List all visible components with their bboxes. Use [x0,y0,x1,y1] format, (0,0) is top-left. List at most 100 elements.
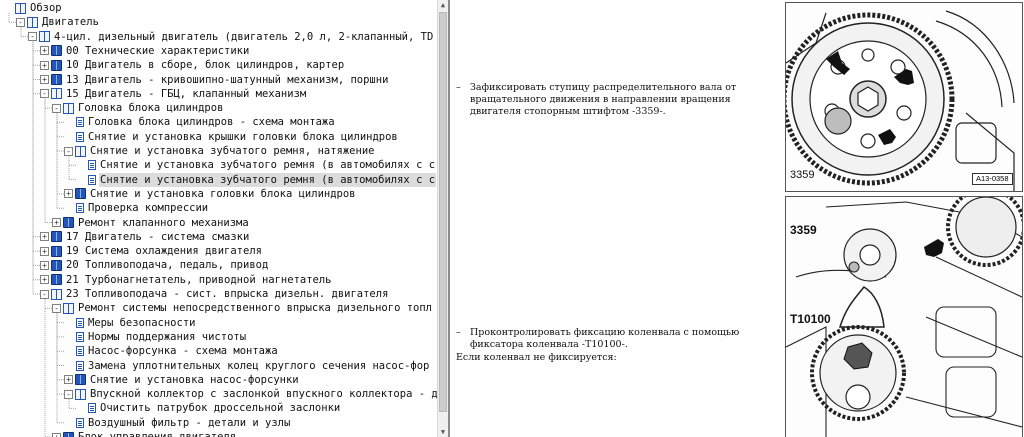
expand-icon[interactable]: + [40,75,49,84]
document-content: – Зафиксировать ступицу распределительно… [450,0,1024,437]
open-book-icon [63,102,74,114]
tree-item-label: Воздушный фильтр - детали и узлы [88,416,291,429]
tree-item[interactable]: - Двигатель [16,15,100,29]
document-page-icon [76,331,84,342]
tree-item[interactable]: + Ремонт клапанного механизма [52,216,250,230]
closed-book-icon [51,45,62,57]
callout-t10100: T10100 [790,312,831,326]
scrollbar-thumb[interactable] [439,12,447,412]
tree-item-label: Двигатель [42,16,99,29]
expand-icon[interactable]: + [64,189,73,199]
tree-item-label: 4-цил. дизельный двигатель (двигатель 2,… [54,30,434,43]
tree-item-label: Ремонт системы непосредственного впрыска… [78,302,433,315]
tree-item-label: Снятие и установка зубчатого ремня (в ав… [99,172,437,187]
collapse-icon[interactable]: - [16,17,25,27]
tree-item[interactable]: + Снятие и установка головки блока цилинд… [64,187,357,201]
instruction-step-check-crankshaft: – Проконтролировать фиксацию коленвала с… [456,327,776,351]
tree-item[interactable]: +19 Система охлаждения двигателя [40,244,263,258]
tree-item[interactable]: Меры безопасности [64,316,196,330]
tree-vertical-scrollbar[interactable]: ▲ ▼ [437,0,448,437]
tree-item[interactable]: - 23 Топливоподача - сист. впрыска дизель… [40,287,389,301]
figure-camshaft-lock: 3359 A13-0358 [785,2,1023,192]
expand-icon[interactable]: + [52,432,61,437]
tree-item-label: Головка блока цилиндров [78,102,224,115]
tree-item[interactable]: - 4-цил. дизельный двигатель (двигатель 2… [28,30,434,44]
tree-item[interactable]: +17 Двигатель - система смазки [40,230,250,244]
tree-item[interactable]: Снятие и установка зубчатого ремня (в ав… [76,172,437,187]
tree-item[interactable]: - Впускной коллектор с заслонкой впускног… [64,387,437,401]
expand-icon[interactable]: + [40,246,49,256]
expand-icon[interactable]: + [40,46,49,56]
tree-item[interactable]: +13 Двигатель - кривошипно-шатунный меха… [40,73,389,87]
collapse-icon[interactable]: - [40,89,49,99]
scroll-down-arrow-icon[interactable]: ▼ [439,427,447,437]
tree-item[interactable]: Головка блока цилиндров - схема монтажа [64,115,336,129]
tree-item-label: Проверка компрессии [88,202,209,215]
collapse-icon[interactable]: - [28,32,37,42]
tree-item[interactable]: +10 Двигатель в сборе, блок цилиндров, к… [40,58,345,72]
expand-icon[interactable]: + [64,375,73,385]
closed-book-icon [51,259,62,271]
tree-item-label: Снятие и установка крышки головки блока … [88,130,398,143]
tree-item[interactable]: +00 Технические характеристики [40,44,250,58]
document-page-icon [76,203,84,214]
collapse-icon[interactable]: - [52,103,61,113]
scroll-up-arrow-icon[interactable]: ▲ [439,0,447,10]
document-page-icon [76,417,84,428]
tree-item[interactable]: - Снятие и установка зубчатого ремня, нат… [64,144,375,158]
open-book-icon [15,2,26,14]
tree-item[interactable]: +20 Топливоподача, педаль, привод [40,258,269,272]
tree-item-label: Блок управления двигателя [78,431,237,437]
document-page-icon [88,174,96,185]
tree-item[interactable]: +21 Турбонагнетатель, приводной нагнетат… [40,273,333,287]
tree-item-label: 19 Система охлаждения двигателя [66,245,262,258]
tree-item-label: 15 Двигатель - ГБЦ, клапанный механизм [66,87,307,100]
open-book-icon [63,302,74,314]
tree-item-label: Снятие и установка насос-форсунки [90,373,299,386]
tree-item[interactable]: Очистить патрубок дроссельной заслонки [76,401,341,415]
document-page-icon [88,160,96,171]
tree-item-label: Впускной коллектор с заслонкой впускного… [90,388,437,401]
tree-item[interactable]: Снятие и установка крышки головки блока … [64,130,399,144]
closed-book-icon [51,59,62,71]
expand-icon[interactable]: + [40,232,49,242]
document-page-icon [76,131,84,142]
tree-item[interactable]: Проверка компрессии [64,201,209,215]
expand-icon[interactable]: + [40,60,49,70]
navigation-tree[interactable]: Обзор - Двигатель -4-цил. дизельный двигате… [0,0,437,437]
open-book-icon [27,16,38,28]
open-book-icon [39,31,50,43]
tree-item[interactable]: - 15 Двигатель - ГБЦ, клапанный механизм [40,87,307,101]
tree-item-label: Насос-форсунка - схема монтажа [88,345,278,358]
tree-item[interactable]: Нормы поддержания чистоты [64,330,247,344]
step-text: Проконтролировать фиксацию коленвала с п… [470,327,740,350]
closed-book-icon [51,245,62,257]
collapse-icon[interactable]: - [52,303,61,313]
tree-item-label: Очистить патрубок дроссельной заслонки [100,402,341,415]
tree-item-label: Снятие и установка головки блока цилиндр… [90,187,356,200]
tree-item[interactable]: Снятие и установка зубчатого ремня (в ав… [76,158,436,172]
tree-item[interactable]: Воздушный фильтр - детали и узлы [64,416,291,430]
tree-item[interactable]: Насос-форсунка - схема монтажа [64,344,279,358]
figure-crankshaft-lock: 3359 T10100 [785,196,1023,437]
tree-item-label: 21 Турбонагнетатель, приводной нагнетате… [66,273,332,286]
document-page-icon [76,346,84,357]
tree-item-label: 17 Двигатель - система смазки [66,230,250,243]
expand-icon[interactable]: + [40,275,49,285]
tree-item[interactable]: Обзор [4,1,63,15]
tree-item[interactable]: + Снятие и установка насос-форсунки [64,373,300,387]
collapse-icon[interactable]: - [40,289,49,299]
tree-item[interactable]: Замена уплотнительных колец круглого сеч… [64,359,430,373]
tree-item[interactable]: - Головка блока цилиндров [52,101,224,115]
step-dash: – [456,82,461,93]
expand-icon[interactable]: + [40,260,49,270]
open-book-icon [51,88,62,100]
tree-item[interactable]: + Блок управления двигателя [52,430,237,437]
expand-icon[interactable]: + [52,218,61,227]
tree-item[interactable]: - Ремонт системы непосредственного впрыск… [52,301,433,315]
collapse-icon[interactable]: - [64,146,73,156]
tree-item-label: Снятие и установка зубчатого ремня (в ав… [100,159,436,172]
callout-3359: 3359 [790,169,815,181]
collapse-icon[interactable]: - [64,389,73,399]
tree-item-label: Ремонт клапанного механизма [78,216,249,229]
